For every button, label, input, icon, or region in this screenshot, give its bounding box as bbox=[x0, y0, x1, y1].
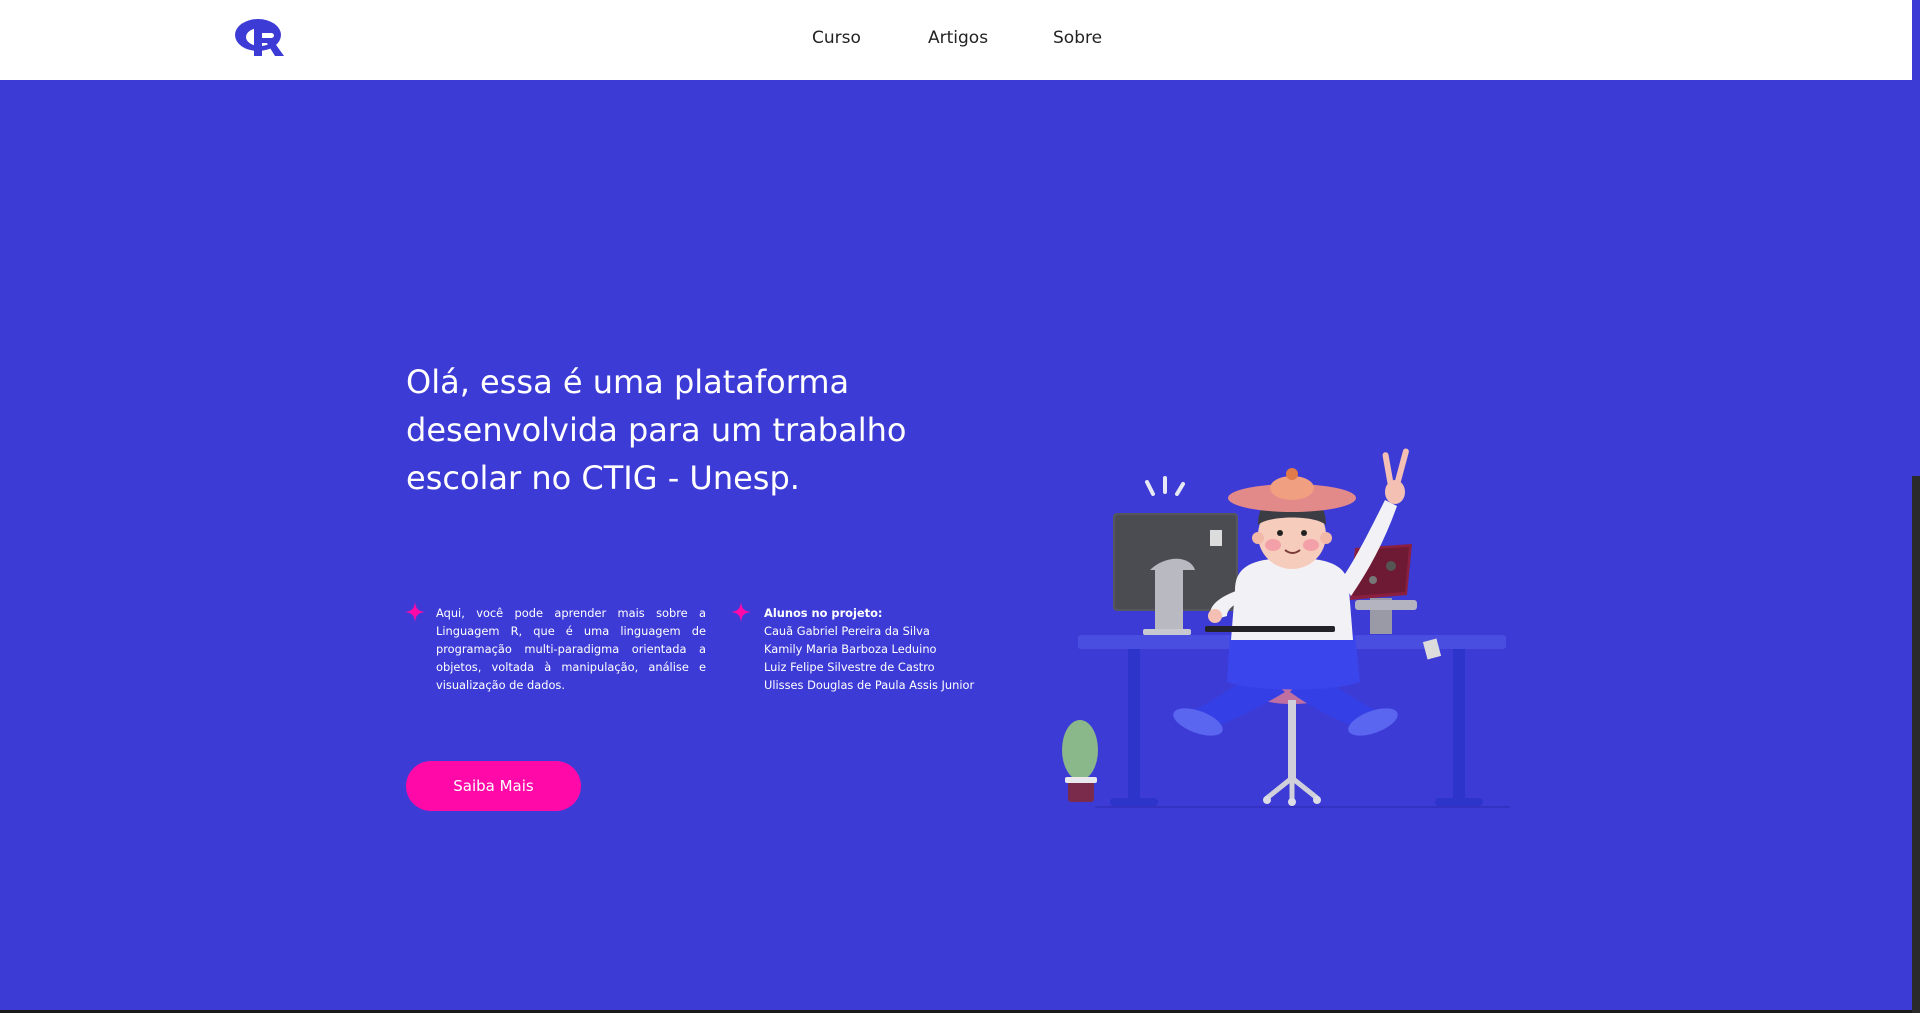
person-at-desk-illustration bbox=[1062, 448, 1510, 808]
student-name: Kamily Maria Barboza Leduino bbox=[764, 642, 937, 656]
nav-link-sobre[interactable]: Sobre bbox=[1053, 28, 1102, 48]
nav-link-curso[interactable]: Curso bbox=[812, 28, 861, 48]
hero-headline: Olá, essa é uma plataforma desenvolvida … bbox=[406, 363, 907, 497]
main-nav: Curso Artigos Sobre bbox=[0, 0, 1912, 80]
student-name: Ulisses Douglas de Paula Assis Junior bbox=[764, 678, 975, 692]
hero-description: Aqui, você pode aprender mais sobre a Li… bbox=[436, 606, 706, 692]
students-list: Alunos no projeto: Cauã Gabriel Pereira … bbox=[764, 604, 1024, 694]
scrollbar-thumb[interactable] bbox=[1912, 0, 1920, 476]
page-scrollbar[interactable] bbox=[1912, 0, 1920, 1013]
student-name: Luiz Felipe Silvestre de Castro bbox=[764, 660, 935, 674]
saiba-mais-button[interactable]: Saiba Mais bbox=[406, 761, 581, 811]
sparkle-icon bbox=[405, 602, 425, 622]
student-name: Cauã Gabriel Pereira da Silva bbox=[764, 624, 930, 638]
hero-section: Olá, essa é uma plataforma desenvolvida … bbox=[0, 80, 1912, 1010]
site-header: Curso Artigos Sobre bbox=[0, 0, 1912, 80]
nav-link-artigos[interactable]: Artigos bbox=[928, 28, 988, 48]
page: Curso Artigos Sobre Olá, essa é uma plat… bbox=[0, 0, 1920, 1013]
students-title: Alunos no projeto: bbox=[764, 606, 883, 620]
sparkle-icon bbox=[731, 602, 751, 622]
plant-icon bbox=[1062, 720, 1098, 802]
